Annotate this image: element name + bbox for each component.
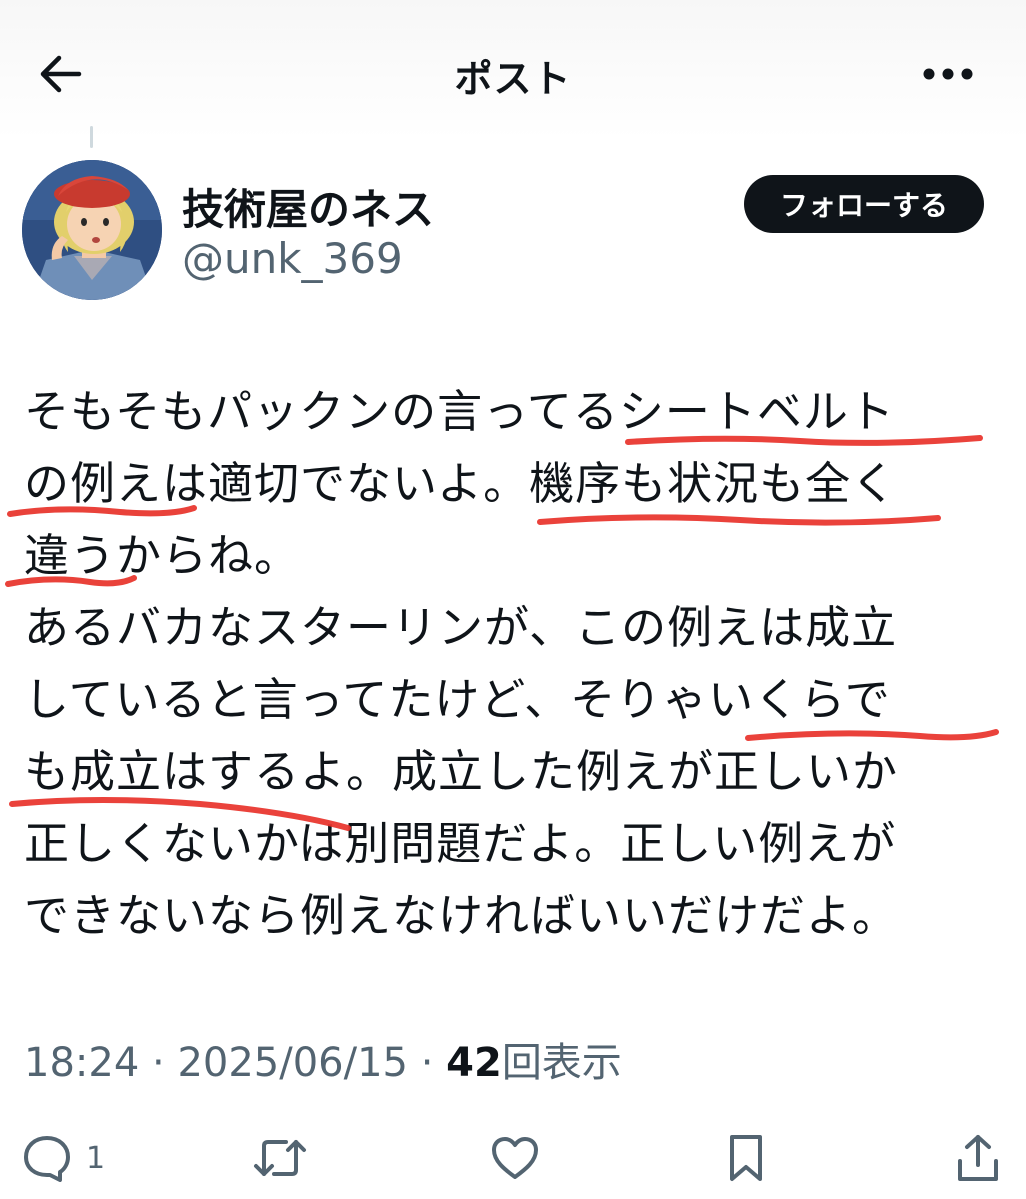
- post-text-line: 正しくないかは別問題だよ。正しい例えが: [24, 817, 897, 870]
- meta-separator: ·: [139, 1040, 178, 1086]
- arrow-left-icon: [40, 55, 82, 93]
- author-handle[interactable]: @unk_369: [182, 234, 403, 283]
- more-options-button[interactable]: [918, 50, 978, 98]
- bookmark-button[interactable]: [726, 1130, 766, 1186]
- heart-icon: [492, 1137, 538, 1179]
- post-text-line: そもそもパックンの言ってるシートベルト: [24, 385, 895, 438]
- reply-count: 1: [86, 1140, 106, 1176]
- like-button[interactable]: [490, 1130, 540, 1186]
- page-title: ポスト: [454, 57, 572, 101]
- author-display-name[interactable]: 技術屋のネス: [182, 176, 434, 237]
- repost-button[interactable]: [252, 1130, 308, 1186]
- avatar[interactable]: [22, 160, 162, 300]
- post-time[interactable]: 18:24: [24, 1040, 139, 1086]
- post-text-line: あるバカなスターリンが、この例えは成立: [24, 601, 898, 654]
- post-text: そもそもパックンの言ってるシートベルト の例えは適切でないよ。機序も状況も全く …: [24, 376, 1014, 952]
- meta-separator: ·: [407, 1040, 447, 1086]
- views-count: 42: [446, 1040, 502, 1086]
- bookmark-icon: [730, 1135, 762, 1181]
- back-button[interactable]: [32, 50, 88, 98]
- reply-button[interactable]: 1: [22, 1130, 105, 1186]
- reply-bubble-icon: [24, 1136, 70, 1182]
- post-meta: 18:24 · 2025/06/15 · 42回表示: [24, 1030, 622, 1088]
- avatar-illustration: [22, 160, 162, 300]
- more-horizontal-icon: [923, 68, 973, 80]
- post-date[interactable]: 2025/06/15: [177, 1040, 408, 1086]
- thread-connector-line: [90, 126, 93, 148]
- post-text-line: していると言ってたけど、そりゃいくらで: [24, 673, 891, 726]
- follow-button[interactable]: フォローする: [744, 175, 984, 233]
- share-upload-icon: [958, 1135, 998, 1181]
- repost-arrows-icon: [254, 1140, 306, 1176]
- post-text-line: できないなら例えなければいいだけだよ。: [24, 889, 899, 942]
- top-bar: ポスト: [0, 0, 1026, 140]
- post-text-line: の例えは適切でないよ。機序も状況も全く: [24, 457, 898, 510]
- post-text-line: 違うからね。: [24, 529, 301, 582]
- post-text-line: も成立はするよ。成立した例えが正しいか: [24, 745, 899, 798]
- share-button[interactable]: [954, 1130, 1002, 1186]
- views-label: 回表示: [501, 1040, 622, 1086]
